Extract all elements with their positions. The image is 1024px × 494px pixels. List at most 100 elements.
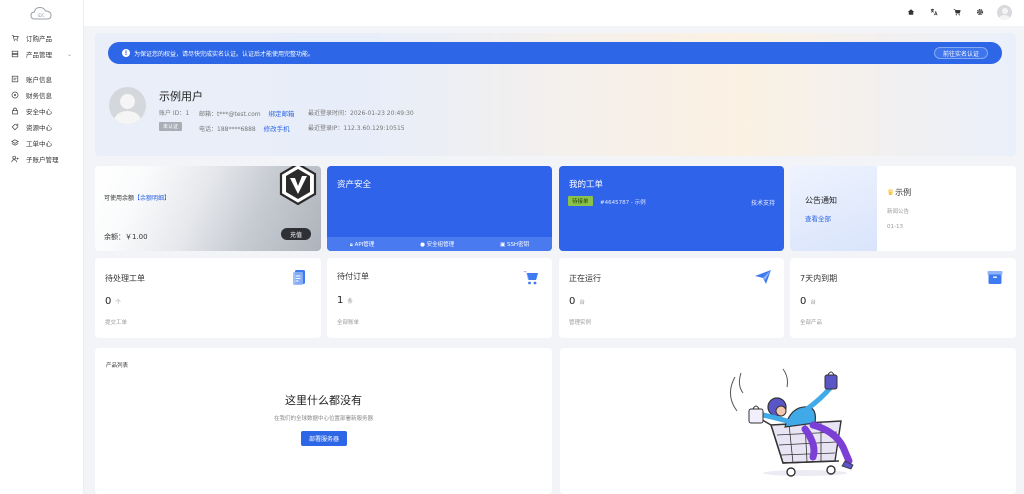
top-bar (84, 0, 1024, 26)
home-icon[interactable] (903, 4, 919, 20)
user-avatar[interactable] (997, 4, 1012, 20)
sidebar-item-label: 财务信息 (26, 92, 52, 100)
phone-label: 电话： (199, 126, 218, 133)
stat-unit: 台 (579, 300, 585, 306)
sidebar-item-account[interactable]: 账户信息 (0, 71, 84, 87)
stat-link[interactable]: 提交工单 (105, 318, 127, 326)
sidebar-item-label: 资源中心 (26, 124, 52, 132)
sidebar-item-security[interactable]: 安全中心 (0, 103, 84, 119)
announcement-item-title: 示例 (895, 188, 912, 197)
email-value: t***@test.com (217, 111, 261, 118)
stat-value: 0个 (105, 296, 121, 307)
api-management-label: API管理 (354, 241, 375, 248)
email-label: 邮箱： (199, 111, 218, 118)
stat-link[interactable]: 管理实例 (569, 318, 591, 326)
announcement-date: 01-13 (887, 224, 903, 230)
sidebar-item-finance[interactable]: 财务信息 (0, 87, 84, 103)
shopping-cart-illustration (730, 368, 854, 477)
last-login-row: 最近登录时间：2026-01-23 20:49:30 (308, 108, 414, 117)
stat-value: 0台 (800, 296, 816, 307)
stat-number: 1 (337, 295, 344, 306)
sidebar-item-label: 产品管理 (26, 51, 52, 59)
sidebar-item-label: 子账户管理 (26, 156, 59, 164)
sidebar-item-label: 订购产品 (26, 35, 52, 43)
stat-value: 0台 (569, 296, 585, 307)
stat-link[interactable]: 全部产品 (800, 318, 822, 326)
account-id-row: 账户 ID：1 (159, 108, 189, 117)
ssh-key-label: SSH密钥 (506, 242, 530, 248)
deploy-server-button[interactable]: 部署服务器 (301, 431, 347, 446)
empty-state-title: 这里什么都没有 (285, 394, 362, 407)
balance-detail-link[interactable]: 【余额明细】 (134, 195, 170, 202)
api-management-link[interactable]: 🔒︎ API管理 (350, 240, 374, 249)
last-login-label: 最近登录时间： (308, 110, 351, 117)
illustration-card (560, 348, 1016, 494)
account-id: 1 (185, 110, 190, 117)
ticket-doc-icon (293, 270, 305, 285)
balance-card: 可使用余额【余额明细】 余额：￥1.00 充值 (95, 166, 321, 251)
verification-status-badge: 未认证 (159, 122, 183, 131)
last-ip-row: 最近登录IP：112.3.60.129:10515 (308, 123, 405, 132)
sidebar-item-products[interactable]: 产品管理 ⌄ (0, 46, 84, 62)
sidebar-item-order[interactable]: 订购产品 (0, 30, 84, 46)
change-phone-link[interactable]: 修改手机 (264, 125, 290, 133)
verification-notice: ! 为保证您的权益，请尽快完成实名认证。认证后才能使用完整功能。 前往实名认证 (108, 42, 1002, 64)
sidebar: IDC 订购产品 产品管理 ⌄ 账户信息 财务信息 安全中心 资源中心 工单中心… (0, 0, 84, 494)
phone-value: 188****6888 (217, 126, 256, 133)
ticket-status-badge: 待接单 (568, 196, 593, 206)
sidebar-item-resources[interactable]: 资源中心 (0, 119, 84, 135)
box-icon (987, 271, 1003, 284)
cloud-logo-icon[interactable]: IDC (30, 5, 52, 21)
translate-icon[interactable] (926, 4, 942, 20)
stat-card-running[interactable]: 正在运行 0台 管理实例 (559, 258, 784, 338)
last-login-time: 2026-01-23 20:49:30 (350, 110, 414, 117)
paper-plane-icon (755, 270, 771, 284)
stat-card-unpaid-orders[interactable]: 待付订单 1条 全部账单 (327, 258, 552, 338)
stat-title: 正在运行 (569, 274, 601, 283)
stat-number: 0 (105, 296, 112, 307)
stat-link[interactable]: 全部账单 (337, 318, 359, 326)
stat-number: 0 (569, 296, 576, 307)
my-tickets-card[interactable]: 我的工单 待接单 #4645787 - 示例 技术支持 (559, 166, 784, 251)
my-tickets-title: 我的工单 (569, 180, 604, 190)
security-group-label: 安全组管理 (426, 242, 455, 248)
verify-button[interactable]: 前往实名认证 (933, 47, 988, 59)
profile-avatar (109, 87, 146, 124)
ticket-number[interactable]: #4645787 - 示例 (600, 198, 646, 206)
sidebar-item-label: 安全中心 (26, 108, 52, 116)
phone-row: 电话：188****6888 修改手机 (199, 123, 290, 133)
security-group-link[interactable]: ● 安全组管理 (420, 240, 454, 248)
user-name: 示例用户 (159, 90, 203, 103)
bind-email-link[interactable]: 绑定邮箱 (269, 110, 295, 118)
balance-amount: 余额：￥1.00 (104, 233, 148, 241)
stat-unit: 个 (115, 300, 121, 306)
cart-icon[interactable] (949, 4, 965, 20)
sidebar-item-label: 工单中心 (26, 140, 52, 148)
balance-label-text: 可使用余额 (104, 195, 135, 202)
product-list-label: 产品列表 (106, 363, 129, 369)
security-links: 🔒︎ API管理 ● 安全组管理 ▣ SSH密钥 (327, 237, 552, 251)
view-all-link[interactable]: 查看全部 (805, 213, 831, 223)
recharge-button[interactable]: 充值 (281, 228, 311, 240)
stat-title: 7天内到期 (800, 274, 838, 283)
gear-icon[interactable] (972, 4, 988, 20)
stat-title: 待处理工单 (105, 274, 145, 283)
asset-security-card: 资产安全 🔒︎ API管理 ● 安全组管理 ▣ SSH密钥 (327, 166, 552, 251)
finance-icon (10, 91, 19, 100)
stat-unit: 台 (810, 300, 816, 306)
sidebar-item-subaccounts[interactable]: 子账户管理 (0, 151, 84, 167)
sidebar-item-tickets[interactable]: 工单中心 (0, 135, 84, 151)
cart-icon (523, 271, 538, 285)
announcement-title: 公告通知 (805, 196, 837, 205)
asset-security-title: 资产安全 (337, 180, 372, 190)
email-row: 邮箱：t***@test.com 绑定邮箱 (199, 108, 295, 118)
announcement-item[interactable]: ♛示例 (887, 187, 911, 198)
cart-icon (10, 34, 19, 43)
stat-card-expiring[interactable]: 7天内到期 0台 全部产品 (790, 258, 1016, 338)
ssh-key-link[interactable]: ▣ SSH密钥 (500, 240, 529, 248)
chevron-down-icon[interactable]: ⌄ (67, 51, 72, 58)
last-ip-label: 最近登录IP： (308, 125, 344, 132)
stat-card-pending-tickets[interactable]: 待处理工单 0个 提交工单 (95, 258, 321, 338)
product-list-card: 产品列表 这里什么都没有 在我们的全球数据中心位置部署新服务器 部署服务器 (95, 348, 552, 494)
account-icon (10, 75, 19, 84)
